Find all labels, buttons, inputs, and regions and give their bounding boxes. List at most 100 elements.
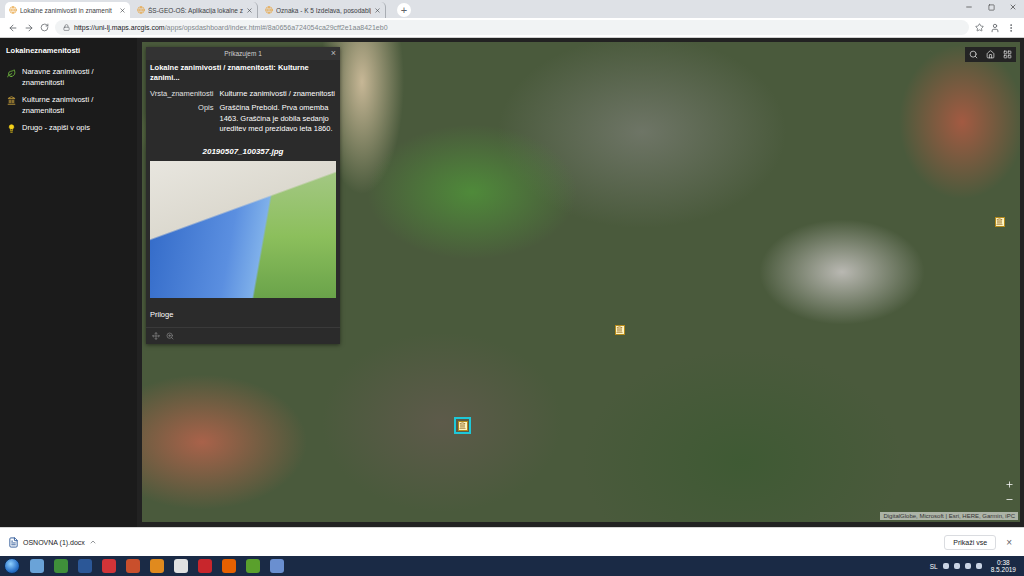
url: https://uni-lj.maps.arcgis.com/apps/opsd…	[74, 24, 388, 31]
map-marker[interactable]	[614, 324, 625, 335]
show-all-button[interactable]: Prikaži vse	[944, 535, 996, 550]
clock-date: 8.5.2019	[991, 566, 1016, 573]
lightbulb-icon	[7, 124, 16, 133]
download-filename: OSNOVNA (1).docx	[23, 539, 85, 546]
photo[interactable]	[150, 161, 336, 298]
favicon-icon	[9, 6, 17, 14]
taskbar-app-icon[interactable]	[54, 559, 68, 573]
close-button[interactable]	[1002, 0, 1024, 14]
window-controls	[958, 0, 1024, 14]
close-icon[interactable]	[119, 7, 126, 14]
taskbar-app-icon[interactable]	[174, 559, 188, 573]
popup-count: Prikazujem 1	[224, 50, 262, 57]
popup-title: Lokalne zanimivosti / znamenitosti: Kult…	[146, 60, 340, 87]
map-marker[interactable]	[454, 417, 471, 434]
tab-label: Lokalne zanimivosti in znamenit	[20, 7, 116, 14]
address-bar[interactable]: https://uni-lj.maps.arcgis.com/apps/opsd…	[55, 20, 969, 35]
minimize-button[interactable]	[958, 0, 980, 14]
browser-tab[interactable]: ŠS-GEO-OŠ: Aplikacija lokalne z	[133, 2, 258, 18]
castle-icon	[7, 96, 16, 105]
bookmark-icon[interactable]	[975, 23, 984, 32]
zoom-to-icon[interactable]	[166, 332, 174, 340]
feature-popup: Prikazujem 1 ×Lokalne zanimivosti / zname…	[146, 47, 340, 344]
browser-tab[interactable]: Oznaka - K 5 Izdelava, posodablj	[261, 2, 386, 18]
maximize-icon	[988, 4, 995, 11]
chevron-icon[interactable]	[89, 538, 97, 546]
taskbar-app-icon[interactable]	[246, 559, 260, 573]
new-tab-button[interactable]: +	[397, 3, 411, 17]
word-file-icon	[8, 537, 19, 548]
legend-item[interactable]: Drugo - zapiši v opis	[6, 123, 131, 134]
taskbar-app-icon[interactable]	[198, 559, 212, 573]
clock[interactable]: 0:388.5.2019	[987, 559, 1020, 574]
field-label: Opis	[150, 103, 214, 135]
language-indicator[interactable]: SL	[930, 563, 938, 570]
legend-panel: Lokalneznamenitosti Naravne zanimivosti /…	[0, 38, 137, 527]
pan-icon[interactable]	[152, 332, 160, 340]
attachments-label: Priloge	[146, 298, 340, 327]
taskbar-app-icon[interactable]	[78, 559, 92, 573]
clock-time: 0:38	[997, 559, 1010, 566]
maximize-button[interactable]	[980, 0, 1002, 14]
map-tools	[965, 47, 1016, 62]
taskbar-app-icon[interactable]	[222, 559, 236, 573]
castle-icon	[616, 326, 623, 333]
legend-label: Kulturne zanimivosti / znamenitosti	[22, 95, 131, 117]
forward-icon[interactable]	[24, 23, 34, 33]
basemap-icon[interactable]	[1003, 50, 1012, 59]
search-icon[interactable]	[969, 50, 978, 59]
castle-icon	[996, 218, 1003, 225]
tab-label: ŠS-GEO-OŠ: Aplikacija lokalne z	[148, 7, 243, 14]
image-caption: 20190507_100357.jpg	[146, 139, 340, 161]
legend-item[interactable]: Kulturne zanimivosti / znamenitosti	[6, 95, 131, 117]
close-icon[interactable]	[246, 7, 253, 14]
popup-header: Prikazujem 1 ×	[146, 47, 340, 60]
map-panel: Prikazujem 1 ×Lokalne zanimivosti / zname…	[137, 38, 1024, 527]
zoom-controls	[1005, 480, 1014, 504]
home-icon[interactable]	[986, 50, 995, 59]
dashboard: Lokalneznamenitosti Naravne zanimivosti /…	[0, 38, 1024, 527]
download-bar-close[interactable]: ×	[1002, 537, 1016, 548]
favicon-icon	[265, 6, 273, 14]
legend-label: Naravne zanimivosti / znamenitosti	[22, 67, 131, 89]
nature-icon	[7, 69, 16, 78]
minimize-icon	[965, 3, 973, 11]
system-tray: SL 0:388.5.2019	[930, 559, 1020, 574]
zoom-in-icon[interactable]	[1005, 480, 1014, 489]
tray-icon[interactable]	[943, 563, 949, 569]
taskbar-app-icon[interactable]	[102, 559, 116, 573]
reload-icon[interactable]	[40, 23, 49, 32]
popup-footer	[146, 327, 340, 344]
close-icon[interactable]	[374, 7, 381, 14]
legend-item[interactable]: Naravne zanimivosti / znamenitosti	[6, 67, 131, 89]
legend-label: Drugo - zapiši v opis	[22, 123, 90, 134]
tray-icon[interactable]	[976, 563, 982, 569]
taskbar-app-icon[interactable]	[270, 559, 284, 573]
legend-title: Lokalneznamenitosti	[6, 46, 131, 55]
zoom-out-icon[interactable]	[1005, 495, 1014, 504]
start-button[interactable]	[4, 558, 20, 574]
screen: Lokalne zanimivosti in znamenit ŠS-GEO-OŠ…	[0, 0, 1024, 576]
tray-icon[interactable]	[954, 563, 960, 569]
menu-icon[interactable]	[1006, 23, 1016, 33]
back-icon[interactable]	[8, 23, 18, 33]
lock-icon	[63, 24, 70, 31]
browser-toolbar: https://uni-lj.maps.arcgis.com/apps/opsd…	[0, 18, 1024, 38]
download-item[interactable]: OSNOVNA (1).docx	[8, 537, 105, 548]
popup-close-button[interactable]: ×	[331, 47, 336, 60]
field-list: Vrsta_znamenitosti Kulturne zanimivosti /…	[146, 87, 340, 139]
close-icon	[1009, 3, 1017, 11]
field-label: Vrsta_znamenitosti	[150, 89, 214, 100]
taskbar-app-icon[interactable]	[126, 559, 140, 573]
profile-icon[interactable]	[990, 23, 1000, 33]
taskbar-app-icon[interactable]	[30, 559, 44, 573]
castle-icon	[459, 422, 466, 429]
tab-strip: Lokalne zanimivosti in znamenit ŠS-GEO-OŠ…	[0, 0, 1024, 18]
field-value: Kulturne zanimivosti / znamenitosti	[220, 89, 336, 100]
tray-icon[interactable]	[965, 563, 971, 569]
map-attribution: DigitalGlobe, Microsoft | Esri, HERE, Ga…	[880, 512, 1018, 520]
taskbar-app-icon[interactable]	[150, 559, 164, 573]
browser-tab[interactable]: Lokalne zanimivosti in znamenit	[5, 2, 130, 18]
satellite-map[interactable]: Prikazujem 1 ×Lokalne zanimivosti / zname…	[142, 42, 1020, 522]
map-marker[interactable]	[994, 216, 1005, 227]
